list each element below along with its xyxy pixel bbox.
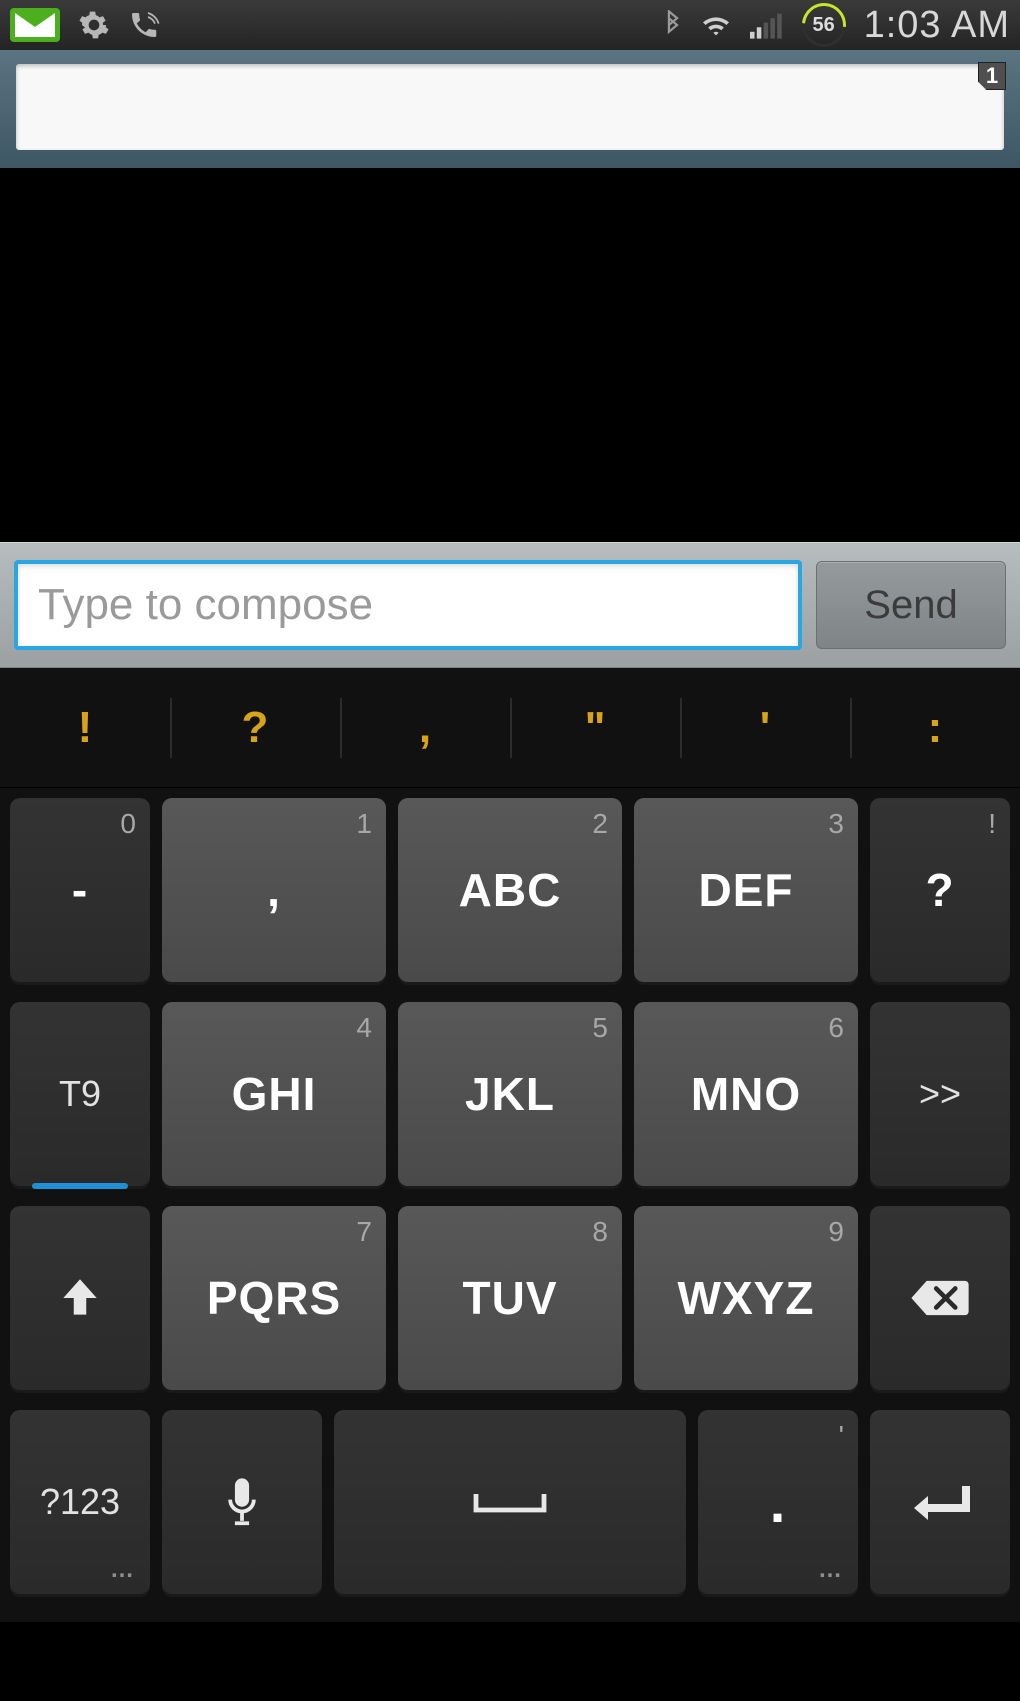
suggestion-row: ! ? , " ' : xyxy=(0,668,1020,788)
key-space[interactable] xyxy=(334,1410,686,1594)
key-question[interactable]: ! ? xyxy=(870,798,1010,982)
compose-bar: Type to compose Send xyxy=(0,542,1020,668)
mic-icon xyxy=(225,1476,259,1528)
suggestion-item[interactable]: ? xyxy=(170,692,340,764)
recipient-bar: 1 xyxy=(0,50,1020,168)
status-bar: 56 1:03 AM xyxy=(0,0,1020,50)
key-def[interactable]: 3 DEF xyxy=(634,798,858,982)
key-dash[interactable]: 0 - xyxy=(10,798,150,982)
key-ghi[interactable]: 4 GHI xyxy=(162,1002,386,1186)
key-symbols[interactable]: ?123 … xyxy=(10,1410,150,1594)
key-t9[interactable]: T9 xyxy=(10,1002,150,1186)
recipient-input[interactable]: 1 xyxy=(16,64,1004,150)
keyboard: 0 - 1 , 2 ABC 3 DEF ! ? T9 4 GHI 5 JKL xyxy=(0,788,1020,1622)
key-comma[interactable]: 1 , xyxy=(162,798,386,982)
signal-icon xyxy=(750,11,784,39)
gear-icon xyxy=(78,9,110,41)
suggestion-item[interactable]: ! xyxy=(0,692,170,764)
suggestion-item[interactable]: , xyxy=(340,692,510,764)
key-mno[interactable]: 6 MNO xyxy=(634,1002,858,1186)
key-backspace[interactable] xyxy=(870,1206,1010,1390)
more-dots-icon: … xyxy=(110,1556,136,1584)
space-icon xyxy=(470,1488,550,1516)
shift-icon xyxy=(55,1273,105,1323)
enter-icon xyxy=(910,1480,970,1524)
message-area xyxy=(0,168,1020,542)
clock: 1:03 AM xyxy=(864,4,1010,47)
key-period[interactable]: ' . … xyxy=(698,1410,858,1594)
suggestion-item[interactable]: : xyxy=(850,692,1020,764)
more-dots-icon: … xyxy=(818,1556,844,1584)
recipient-count-badge: 1 xyxy=(978,62,1006,90)
send-label: Send xyxy=(864,583,957,628)
compose-placeholder: Type to compose xyxy=(38,580,373,630)
key-next[interactable]: >> xyxy=(870,1002,1010,1186)
compose-input[interactable]: Type to compose xyxy=(14,560,802,650)
key-mic[interactable] xyxy=(162,1410,322,1594)
key-abc[interactable]: 2 ABC xyxy=(398,798,622,982)
key-shift[interactable] xyxy=(10,1206,150,1390)
suggestion-item[interactable]: " xyxy=(510,692,680,764)
key-jkl[interactable]: 5 JKL xyxy=(398,1002,622,1186)
wifi-icon xyxy=(700,12,732,38)
mail-icon xyxy=(10,8,60,42)
key-pqrs[interactable]: 7 PQRS xyxy=(162,1206,386,1390)
phone-icon xyxy=(128,9,160,41)
battery-indicator: 56 xyxy=(802,3,846,47)
backspace-icon xyxy=(909,1277,971,1319)
key-wxyz[interactable]: 9 WXYZ xyxy=(634,1206,858,1390)
key-enter[interactable] xyxy=(870,1410,1010,1594)
send-button[interactable]: Send xyxy=(816,561,1006,649)
battery-level: 56 xyxy=(812,14,834,37)
suggestion-item[interactable]: ' xyxy=(680,692,850,764)
bluetooth-icon xyxy=(664,10,682,40)
key-tuv[interactable]: 8 TUV xyxy=(398,1206,622,1390)
